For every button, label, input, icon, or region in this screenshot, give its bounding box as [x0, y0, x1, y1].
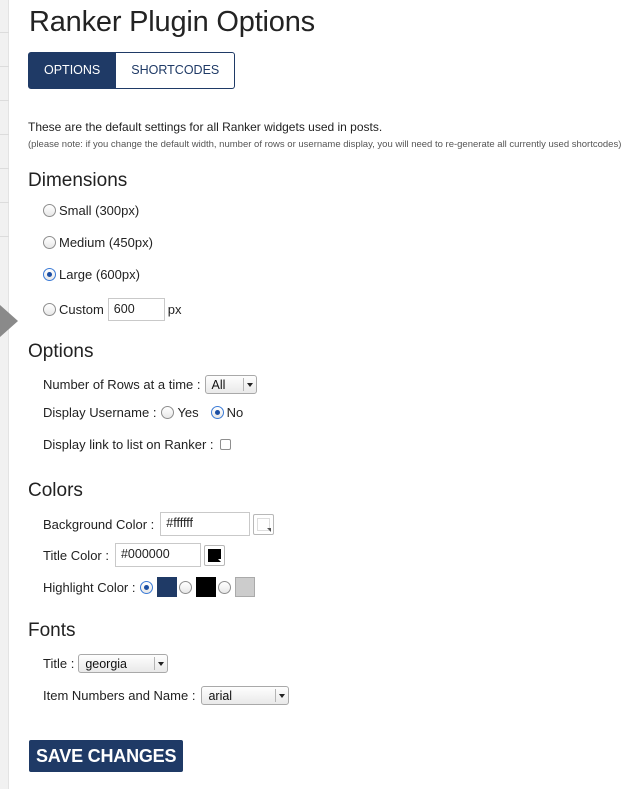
username-no-radio[interactable]: [210, 406, 224, 419]
dimension-option-medium[interactable]: Medium (450px): [43, 235, 153, 250]
dimension-option-small[interactable]: Small (300px): [43, 203, 139, 218]
title-color-setting: Title Color : #000000: [43, 543, 225, 567]
radio-medium[interactable]: [43, 236, 56, 249]
page-title: Ranker Plugin Options: [29, 6, 315, 38]
picker-arrow-icon: [267, 527, 272, 532]
custom-width-unit: px: [167, 302, 182, 317]
username-yes-label: Yes: [177, 405, 199, 420]
highlight-radio-1[interactable]: [139, 580, 153, 594]
highlight-color-label: Highlight Color :: [43, 579, 136, 595]
tab-options[interactable]: OPTIONS: [28, 52, 117, 89]
radio-small[interactable]: [43, 204, 56, 217]
item-font-label: Item Numbers and Name :: [43, 688, 196, 703]
link-setting: Display link to list on Ranker :: [43, 437, 231, 452]
title-color-label: Title Color :: [43, 547, 109, 563]
link-label: Display link to list on Ranker :: [43, 437, 214, 452]
dimension-option-custom[interactable]: Custom 600 px: [43, 298, 182, 321]
highlight-swatch-navy: [156, 577, 177, 597]
background-color-label: Background Color :: [43, 516, 155, 532]
chevron-down-icon: [242, 378, 254, 391]
username-no-label: No: [226, 405, 244, 420]
radio-custom[interactable]: [43, 303, 56, 316]
highlight-color-setting: Highlight Color :: [43, 577, 257, 597]
admin-sidebar-edge: [0, 0, 9, 789]
dimension-option-large[interactable]: Large (600px): [43, 267, 140, 282]
username-setting: Display Username : Yes No: [43, 405, 243, 420]
rows-select[interactable]: All: [204, 375, 257, 394]
rows-setting: Number of Rows at a time : All: [43, 375, 257, 394]
item-font-setting: Item Numbers and Name : arial: [43, 686, 290, 705]
chevron-down-icon: [275, 689, 286, 702]
intro-note: (please note: if you change the default …: [28, 139, 622, 150]
dimension-label-custom: Custom: [59, 302, 104, 317]
background-color-input[interactable]: #ffffff: [160, 512, 251, 536]
username-yes-radio[interactable]: [161, 406, 175, 419]
save-changes-button[interactable]: SAVE CHANGES: [29, 740, 184, 772]
colors-heading: Colors: [28, 480, 83, 501]
highlight-swatch-gray: [234, 577, 255, 597]
item-font-select[interactable]: arial: [201, 686, 290, 705]
title-font-label: Title :: [43, 656, 75, 671]
title-color-picker[interactable]: [203, 544, 225, 566]
options-heading: Options: [28, 341, 94, 362]
intro-text: These are the default settings for all R…: [28, 120, 383, 134]
highlight-radio-3[interactable]: [217, 580, 231, 594]
background-color-picker[interactable]: [253, 513, 275, 535]
item-font-value: arial: [208, 688, 233, 703]
tab-shortcodes[interactable]: SHORTCODES: [116, 52, 236, 89]
custom-width-input[interactable]: 600: [107, 298, 165, 321]
highlight-radio-2[interactable]: [178, 580, 192, 594]
picker-arrow-icon: [217, 558, 222, 563]
background-color-setting: Background Color : #ffffff: [43, 512, 275, 536]
dimension-label-large: Large (600px): [59, 267, 140, 282]
title-color-input[interactable]: #000000: [114, 543, 201, 567]
rows-select-value: All: [211, 377, 226, 392]
dimensions-heading: Dimensions: [28, 170, 128, 191]
highlight-swatch-black: [195, 577, 216, 597]
username-label: Display Username :: [43, 405, 157, 420]
current-menu-arrow-icon: [0, 305, 18, 337]
chevron-down-icon: [154, 657, 165, 670]
fonts-heading: Fonts: [28, 620, 76, 641]
link-checkbox[interactable]: [219, 439, 231, 450]
title-font-value: georgia: [85, 656, 128, 671]
dimension-label-small: Small (300px): [59, 203, 140, 218]
title-font-select[interactable]: georgia: [78, 654, 169, 673]
dimension-label-medium: Medium (450px): [59, 235, 153, 250]
rows-label: Number of Rows at a time :: [43, 377, 201, 392]
radio-large[interactable]: [43, 268, 56, 281]
title-font-setting: Title : georgia: [43, 654, 169, 673]
tab-bar: OPTIONS SHORTCODES: [28, 52, 236, 89]
